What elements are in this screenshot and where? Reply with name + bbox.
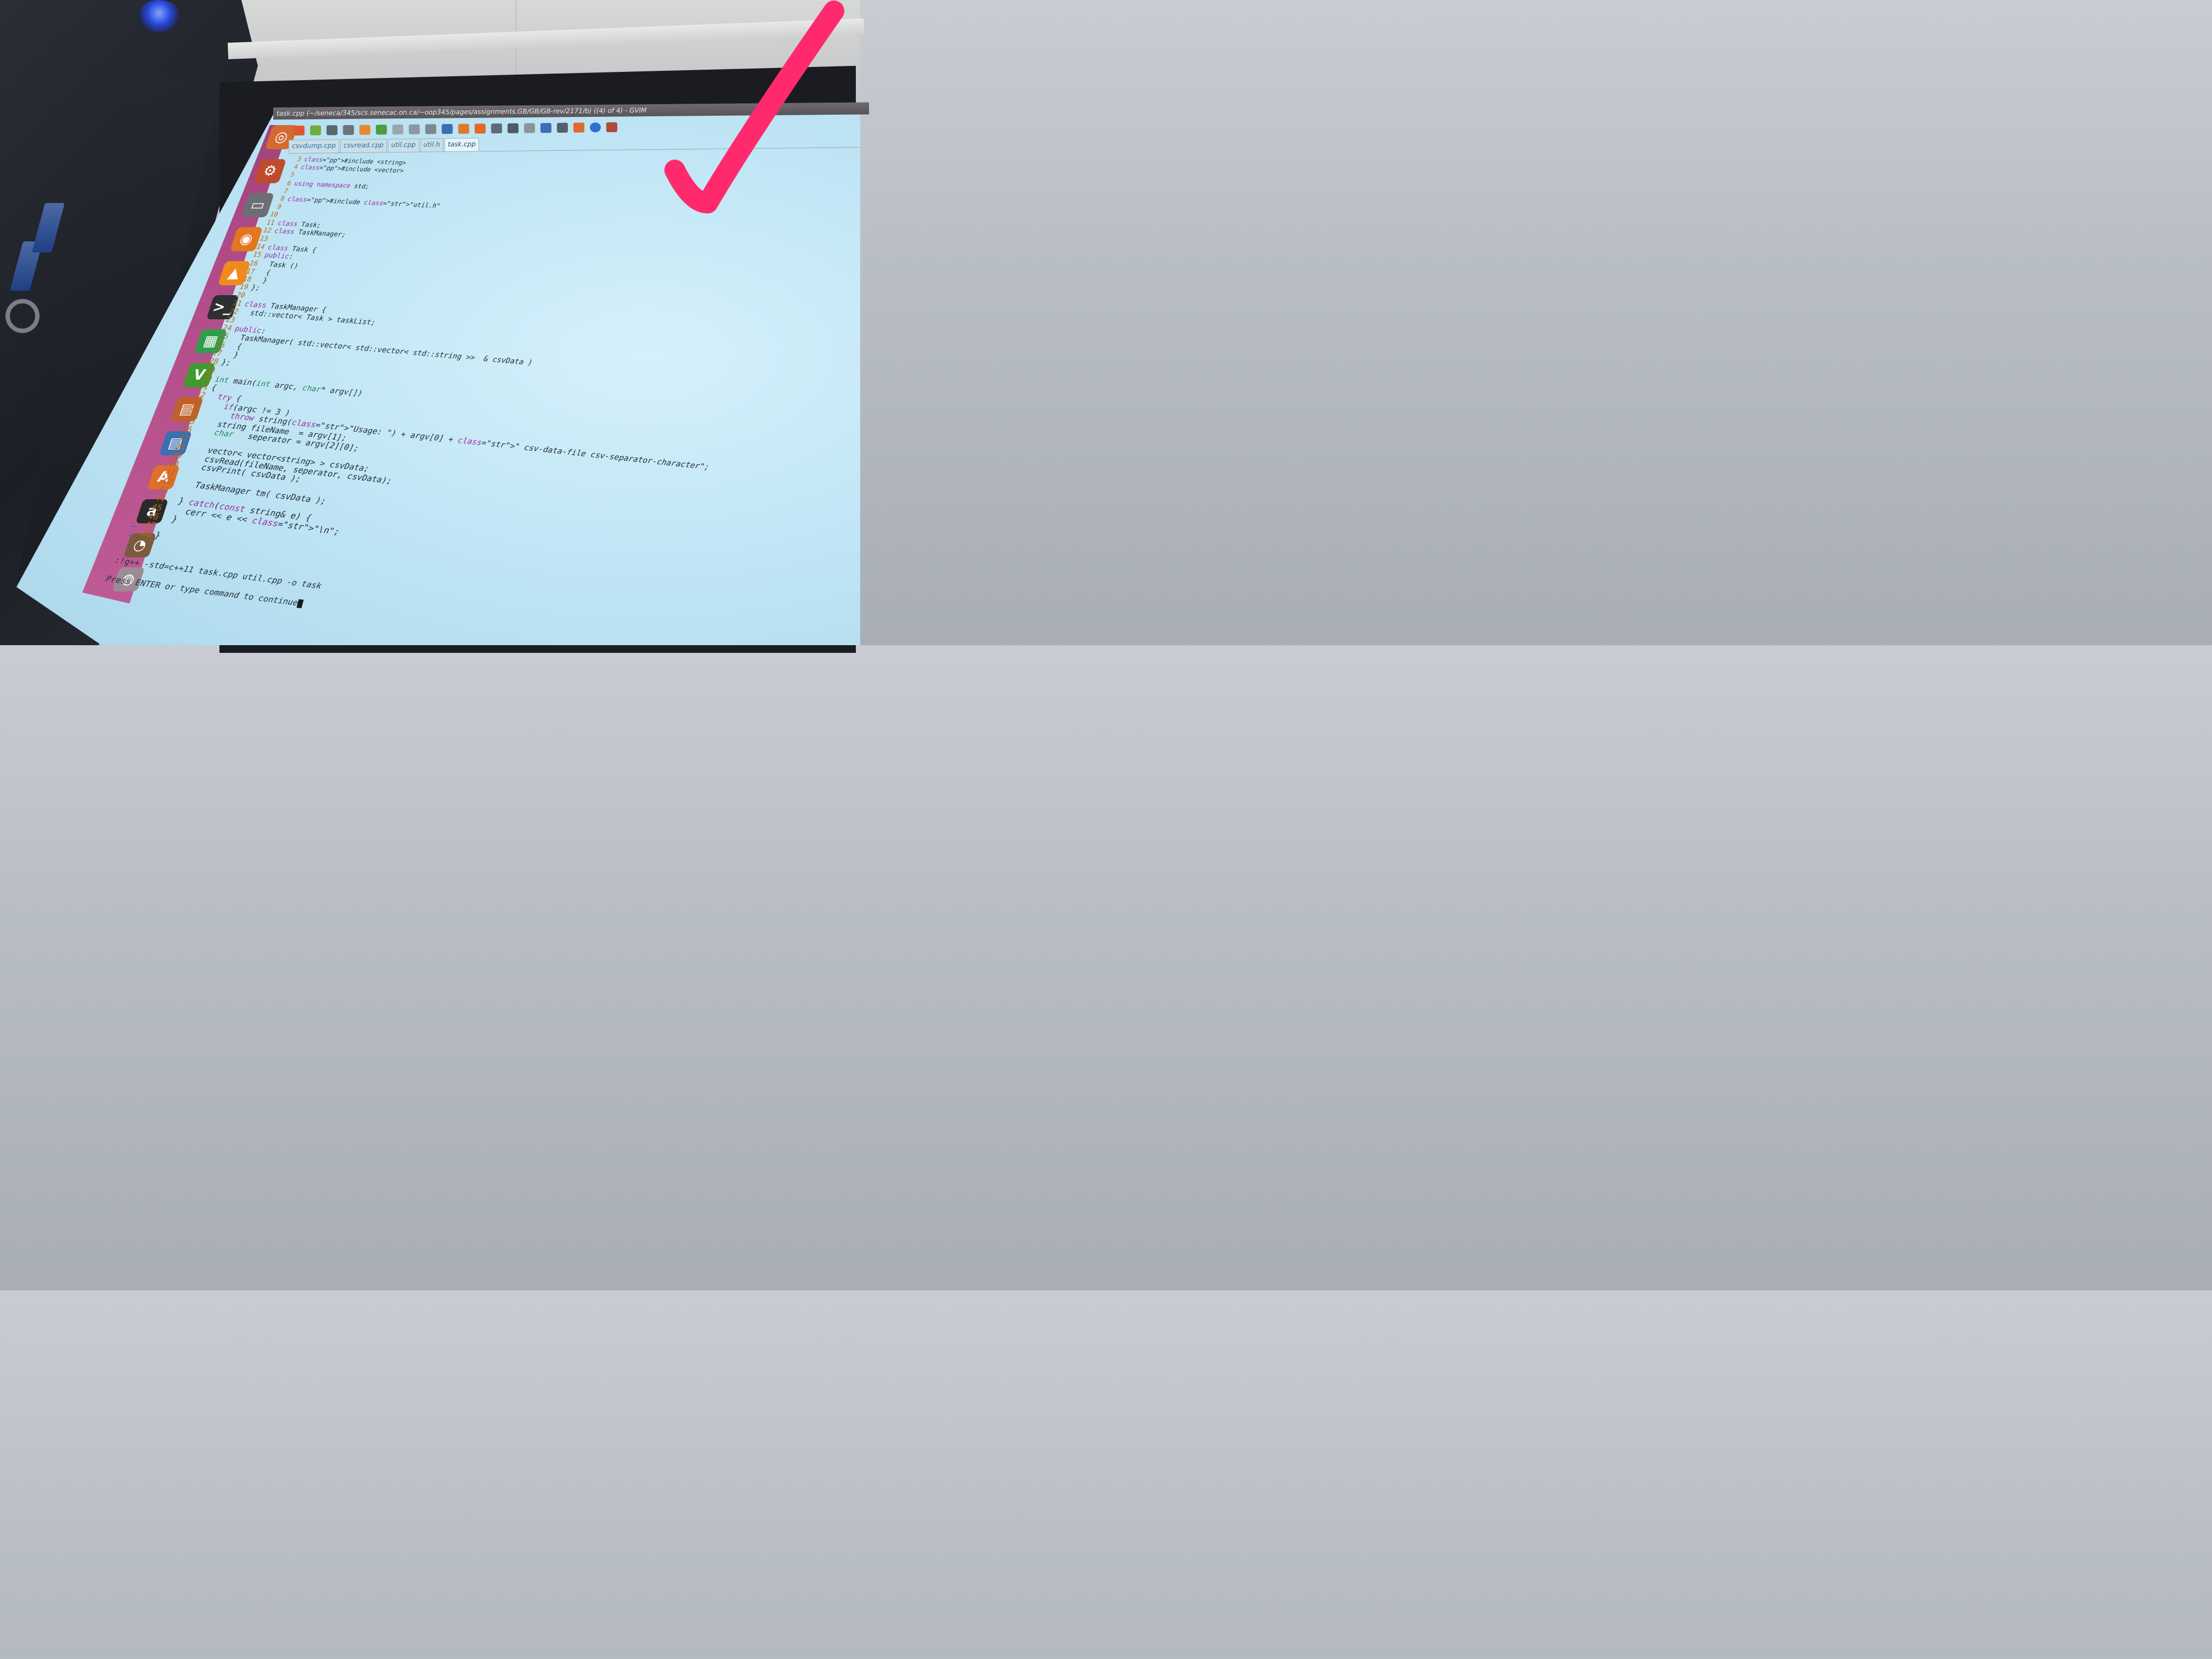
find-help-icon[interactable] <box>606 122 618 133</box>
load-session-icon[interactable] <box>491 123 503 134</box>
power-led <box>137 0 181 33</box>
audio-jack <box>5 299 40 333</box>
tab-csvdump-cpp[interactable]: csvdump.cpp <box>289 139 340 153</box>
print-icon[interactable] <box>343 125 354 136</box>
cut-icon[interactable] <box>392 124 404 135</box>
copy-icon[interactable] <box>409 124 420 134</box>
save-icon[interactable] <box>310 125 321 136</box>
save-all-icon[interactable] <box>326 125 338 136</box>
make-icon[interactable] <box>540 123 552 133</box>
find-prev-icon[interactable] <box>475 123 486 134</box>
tab-csvread-cpp[interactable]: csvread.cpp <box>340 139 387 153</box>
run-script-icon[interactable] <box>524 123 535 133</box>
undo-icon[interactable] <box>359 125 371 135</box>
redo-icon[interactable] <box>376 125 387 135</box>
ctags-icon[interactable] <box>573 122 585 133</box>
tab-util-h[interactable]: util.h <box>420 138 444 152</box>
paste-icon[interactable] <box>425 124 437 134</box>
tab-task-cpp[interactable]: task.cpp <box>444 138 479 152</box>
open-icon[interactable] <box>294 125 305 136</box>
save-session-icon[interactable] <box>507 123 519 133</box>
checkmark-icon <box>664 1 844 213</box>
help-icon[interactable] <box>590 122 601 133</box>
find-next-icon[interactable] <box>458 123 470 134</box>
shell-icon[interactable] <box>557 122 568 133</box>
tab-util-cpp[interactable]: util.cpp <box>388 138 419 153</box>
find-replace-icon[interactable] <box>442 123 453 134</box>
